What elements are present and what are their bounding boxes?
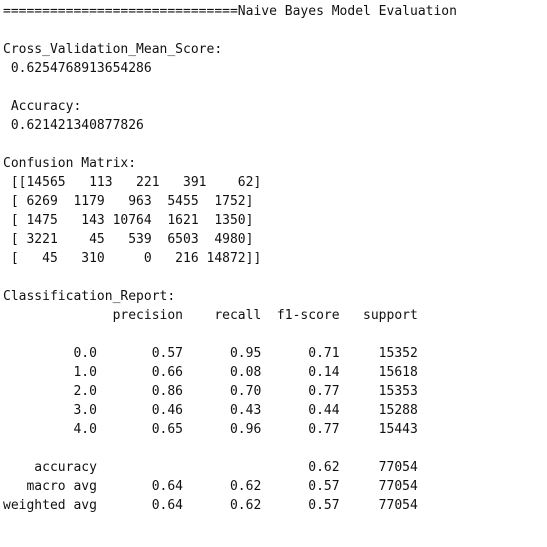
report-class-row: 4.0 0.65 0.96 0.77 15443 bbox=[3, 422, 418, 437]
confusion-matrix-row: [ 6269 1179 963 5455 1752] bbox=[3, 194, 254, 209]
confusion-matrix-row: [ 45 310 0 216 14872]] bbox=[3, 251, 262, 266]
confusion-matrix-label: Confusion Matrix: bbox=[3, 156, 137, 171]
cv-score-value: 0.6254768913654286 bbox=[3, 61, 152, 76]
report-summary-row: accuracy 0.62 77054 bbox=[3, 460, 418, 475]
report-class-row: 2.0 0.86 0.70 0.77 15353 bbox=[3, 384, 418, 399]
confusion-matrix-row: [[14565 113 221 391 62] bbox=[3, 175, 262, 190]
classification-report-label: Classification_Report: bbox=[3, 289, 176, 304]
accuracy-value: 0.621421340877826 bbox=[3, 118, 144, 133]
cv-score-label: Cross_Validation_Mean_Score: bbox=[3, 42, 223, 57]
report-class-row: 3.0 0.46 0.43 0.44 15288 bbox=[3, 403, 418, 418]
section-title: ==============================Naive Baye… bbox=[3, 4, 457, 19]
confusion-matrix-row: [ 3221 45 539 6503 4980] bbox=[3, 232, 254, 247]
report-header-row: precision recall f1-score support bbox=[3, 308, 418, 323]
report-class-row: 0.0 0.57 0.95 0.71 15352 bbox=[3, 346, 418, 361]
report-class-row: 1.0 0.66 0.08 0.14 15618 bbox=[3, 365, 418, 380]
accuracy-label: Accuracy: bbox=[3, 99, 82, 114]
report-summary-row: macro avg 0.64 0.62 0.57 77054 bbox=[3, 479, 418, 494]
console-output: ==============================Naive Baye… bbox=[3, 2, 457, 515]
report-summary-row: weighted avg 0.64 0.62 0.57 77054 bbox=[3, 498, 418, 513]
confusion-matrix-row: [ 1475 143 10764 1621 1350] bbox=[3, 213, 254, 228]
